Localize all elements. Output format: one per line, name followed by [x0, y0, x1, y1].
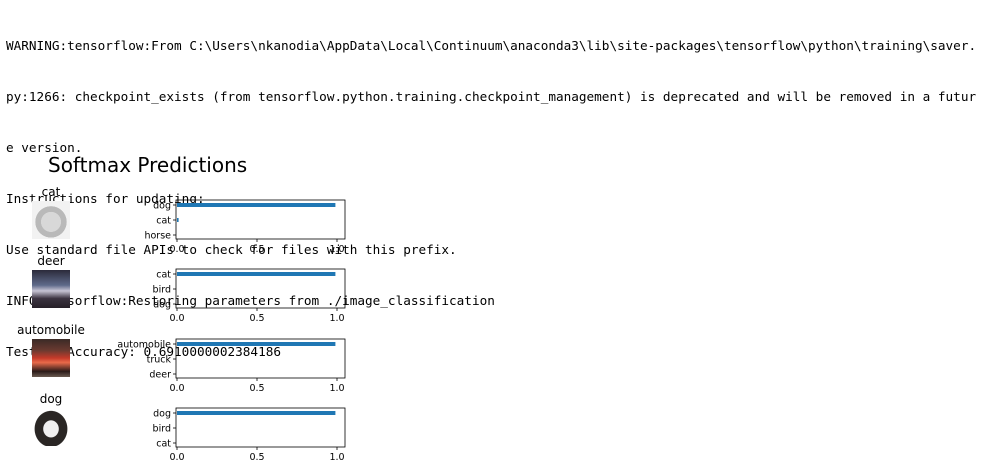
y-tick-label: dog [153, 300, 171, 311]
x-tick-label: 0.0 [169, 452, 184, 463]
y-tick-label: cat [156, 270, 171, 281]
y-tick-label: bird [153, 285, 171, 296]
x-tick-label: 1.0 [329, 313, 344, 324]
x-tick-label: 0.5 [249, 452, 264, 463]
y-tick-label: bird [153, 424, 171, 435]
y-tick-label: deer [149, 370, 171, 381]
bar [177, 203, 336, 207]
x-tick-label: 1.0 [329, 383, 344, 394]
x-tick-label: 0.5 [249, 383, 264, 394]
y-tick-label: cat [156, 439, 171, 450]
y-tick-label: dog [153, 201, 171, 212]
prediction-charts: dog cat horse 0.0 0.5 1.0 cat bird dog 0.0 0.5 1.0 a… [117, 199, 346, 463]
y-tick-label: truck [147, 355, 172, 366]
x-tick-label: 1.0 [329, 244, 344, 255]
x-tick-label: 0.0 [169, 244, 184, 255]
y-tick-label: horse [144, 231, 171, 242]
bar [177, 342, 336, 346]
x-tick-label: 0.0 [169, 313, 184, 324]
bar [177, 272, 336, 276]
bar [177, 411, 336, 415]
y-tick-label: dog [153, 409, 171, 420]
x-tick-label: 0.5 [249, 244, 264, 255]
y-tick-label: automobile [117, 340, 171, 351]
x-tick-label: 0.5 [249, 313, 264, 324]
x-tick-label: 1.0 [329, 452, 344, 463]
bar [177, 218, 179, 222]
x-tick-label: 0.0 [169, 383, 184, 394]
y-tick-label: cat [156, 216, 171, 227]
